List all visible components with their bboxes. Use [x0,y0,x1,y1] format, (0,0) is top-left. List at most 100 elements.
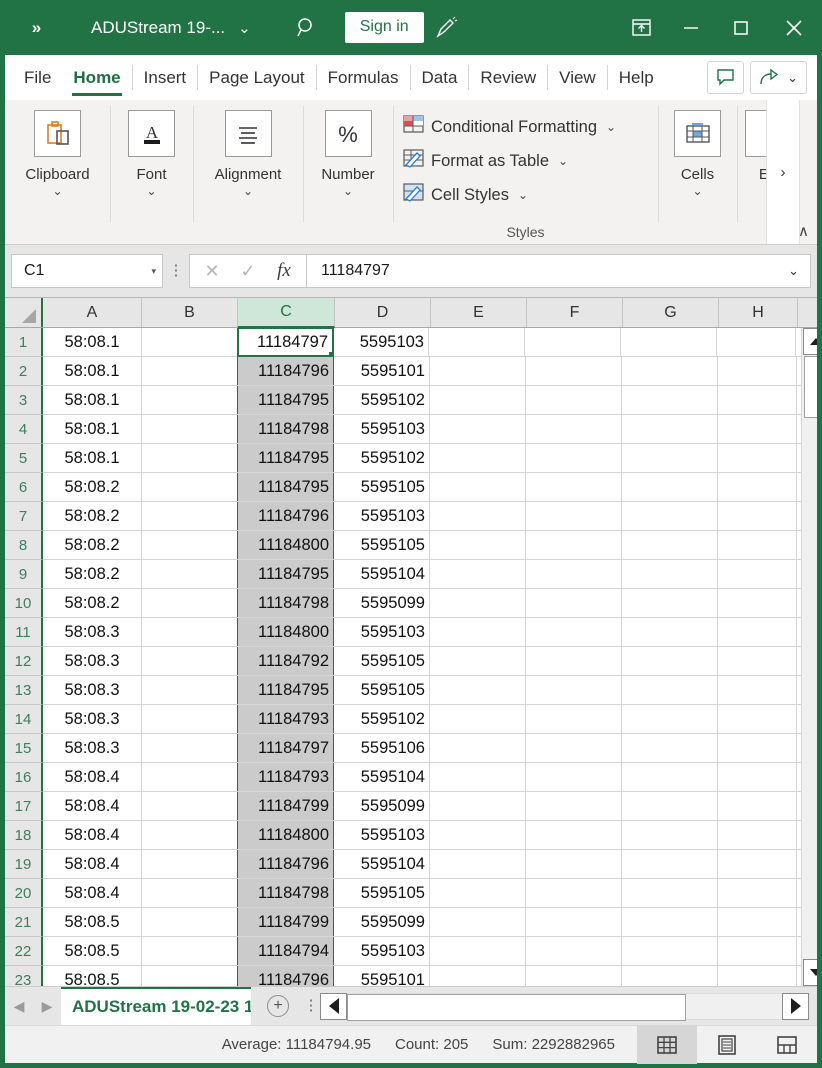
cell-A21[interactable]: 58:08.5 [43,908,142,936]
cell-G18[interactable] [622,821,718,849]
cell-A16[interactable]: 58:08.4 [43,763,142,791]
cell-F7[interactable] [526,502,622,530]
cell-F18[interactable] [526,821,622,849]
cancel-edit-icon[interactable]: ✕ [194,256,230,286]
cell-C19[interactable]: 11184796 [237,850,334,878]
cell-D6[interactable]: 5595105 [334,473,430,501]
row-header-2[interactable]: 2 [5,357,43,386]
cell-A7[interactable]: 58:08.2 [43,502,142,530]
restore-down-icon[interactable] [616,5,666,51]
cell-E6[interactable] [430,473,526,501]
scroll-right-button[interactable] [782,992,809,1020]
ribbon-group-cells[interactable]: Cells ⌄ [658,100,737,244]
cell-C12[interactable]: 11184792 [237,647,334,675]
cell-H9[interactable] [718,560,797,588]
cell-A20[interactable]: 58:08.4 [43,879,142,907]
cell-H10[interactable] [718,589,797,617]
tab-insert[interactable]: Insert [133,55,198,100]
cell-H8[interactable] [718,531,797,559]
collapse-ribbon-button[interactable]: ∧ [798,222,809,240]
cell-C6[interactable]: 11184795 [237,473,334,501]
cell-H16[interactable] [718,763,797,791]
cell-H6[interactable] [718,473,797,501]
status-sum[interactable]: Sum: 2292882965 [492,1036,615,1053]
cell-G16[interactable] [622,763,718,791]
chevron-down-icon[interactable]: ⌄ [343,184,353,198]
cell-A5[interactable]: 58:08.1 [43,444,142,472]
cell-B11[interactable] [142,618,238,646]
cell-E23[interactable] [430,966,526,986]
cell-C13[interactable]: 11184795 [237,676,334,704]
column-header-f[interactable]: F [527,298,623,327]
cell-F10[interactable] [526,589,622,617]
cell-F5[interactable] [526,444,622,472]
cell-E11[interactable] [430,618,526,646]
cell-D1[interactable]: 5595103 [333,328,429,356]
row-header-20[interactable]: 20 [5,879,43,908]
cell-D16[interactable]: 5595104 [334,763,430,791]
cell-G6[interactable] [622,473,718,501]
format-as-table-button[interactable]: Format as Table ⌄ [403,144,568,178]
cell-A15[interactable]: 58:08.3 [43,734,142,762]
row-header-3[interactable]: 3 [5,386,43,415]
next-sheet-button[interactable]: ▶ [33,987,61,1026]
cell-B6[interactable] [142,473,238,501]
row-header-10[interactable]: 10 [5,589,43,618]
row-header-12[interactable]: 12 [5,647,43,676]
comment-icon[interactable] [707,61,745,94]
cell-H22[interactable] [718,937,797,965]
chevron-down-icon[interactable]: ⌄ [558,154,568,168]
cell-A22[interactable]: 58:08.5 [43,937,142,965]
cell-E12[interactable] [430,647,526,675]
tab-page-layout[interactable]: Page Layout [198,55,315,100]
cell-D20[interactable]: 5595105 [334,879,430,907]
normal-view-button[interactable] [637,1025,697,1064]
chevron-down-icon[interactable]: ⌄ [243,184,253,198]
close-button[interactable] [766,5,822,51]
cell-B19[interactable] [142,850,238,878]
cell-C1[interactable]: 11184797 [237,328,334,357]
select-all-button[interactable] [5,298,43,327]
name-box[interactable]: C1 ▾ [11,254,163,288]
cell-B10[interactable] [142,589,238,617]
cell-H3[interactable] [718,386,797,414]
cell-D9[interactable]: 5595104 [334,560,430,588]
conditional-formatting-button[interactable]: Conditional Formatting ⌄ [403,110,616,144]
cell-E10[interactable] [430,589,526,617]
cell-C5[interactable]: 11184795 [237,444,334,472]
row-header-7[interactable]: 7 [5,502,43,531]
cell-D18[interactable]: 5595103 [334,821,430,849]
column-header-a[interactable]: A [43,298,142,327]
row-header-14[interactable]: 14 [5,705,43,734]
previous-sheet-button[interactable]: ◀ [5,987,33,1026]
cell-F22[interactable] [526,937,622,965]
cell-D19[interactable]: 5595104 [334,850,430,878]
cell-B18[interactable] [142,821,238,849]
cell-H7[interactable] [718,502,797,530]
maximize-button[interactable] [716,5,766,51]
cell-C7[interactable]: 11184796 [237,502,334,530]
row-header-21[interactable]: 21 [5,908,43,937]
cell-A1[interactable]: 58:08.1 [43,328,142,356]
cell-H5[interactable] [718,444,797,472]
cell-E7[interactable] [430,502,526,530]
cell-C16[interactable]: 11184793 [237,763,334,791]
row-header-18[interactable]: 18 [5,821,43,850]
cell-C18[interactable]: 11184800 [237,821,334,849]
scroll-up-button[interactable] [802,328,817,355]
cell-C21[interactable]: 11184799 [237,908,334,936]
cell-H15[interactable] [718,734,797,762]
column-header-g[interactable]: G [623,298,719,327]
cell-D23[interactable]: 5595101 [334,966,430,986]
cell-C17[interactable]: 11184799 [237,792,334,820]
scroll-down-button[interactable] [802,959,817,986]
chevron-down-icon[interactable]: ⌄ [146,184,156,198]
cell-styles-button[interactable]: Cell Styles ⌄ [403,178,528,212]
cell-G15[interactable] [622,734,718,762]
cell-H13[interactable] [718,676,797,704]
cell-E14[interactable] [430,705,526,733]
row-header-6[interactable]: 6 [5,473,43,502]
cell-E20[interactable] [430,879,526,907]
cell-A12[interactable]: 58:08.3 [43,647,142,675]
tab-formulas[interactable]: Formulas [317,55,410,100]
